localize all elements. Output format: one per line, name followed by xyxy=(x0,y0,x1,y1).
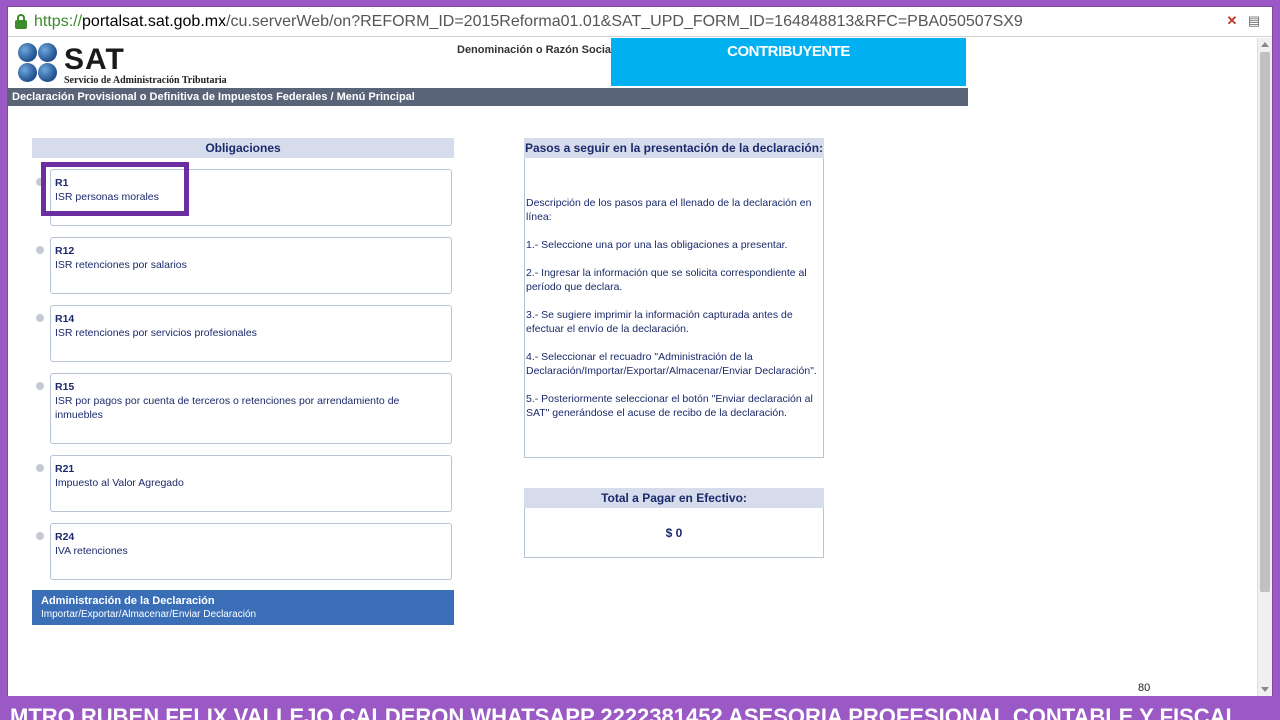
obligacion-r14[interactable]: R14 ISR retenciones por servicios profes… xyxy=(50,305,452,362)
obligacion-r24[interactable]: R24 IVA retenciones xyxy=(50,523,452,580)
bullet-icon xyxy=(36,246,44,254)
browser-window: https://portalsat.sat.gob.mx/cu.serverWe… xyxy=(7,6,1273,696)
administracion-title: Administración de la Declaración xyxy=(41,595,215,607)
obligacion-r21[interactable]: R21 Impuesto al Valor Agregado xyxy=(50,455,452,512)
paso-item: 3.- Se sugiere imprimir la información c… xyxy=(526,309,793,335)
obligacion-code: R21 xyxy=(55,463,75,475)
page-content: SAT Servicio de Administración Tributari… xyxy=(8,38,1258,696)
obligacion-description: Impuesto al Valor Agregado xyxy=(55,477,184,489)
bullet-icon xyxy=(36,464,44,472)
obligacion-description: IVA retenciones xyxy=(55,545,128,557)
url-text[interactable]: https://portalsat.sat.gob.mx/cu.serverWe… xyxy=(34,13,1023,31)
highlight-annotation xyxy=(41,162,189,216)
url-domain: portalsat.sat.gob.mx xyxy=(82,12,227,30)
scroll-thumb[interactable] xyxy=(1260,52,1270,592)
paso-item: 5.- Posteriormente seleccionar el botón … xyxy=(526,393,813,419)
obligacion-r12[interactable]: R12 ISR retenciones por salarios xyxy=(50,237,452,294)
slide-footer: MTRO RUBEN FELIX VALLEJO CALDERON WHATSA… xyxy=(10,704,1239,720)
obligacion-code: R14 xyxy=(55,313,75,325)
paso-item: 4.- Seleccionar el recuadro "Administrac… xyxy=(526,351,817,377)
obligacion-code: R24 xyxy=(55,531,75,543)
total-heading: Total a Pagar en Efectivo: xyxy=(524,488,824,508)
bullet-icon xyxy=(36,382,44,390)
lock-icon xyxy=(14,13,28,30)
obligacion-description: ISR retenciones por servicios profesiona… xyxy=(55,327,257,339)
sat-logo[interactable]: SAT Servicio de Administración Tributari… xyxy=(16,41,231,87)
obligacion-code: R12 xyxy=(55,245,75,257)
slide-page-number: 80 xyxy=(1138,682,1151,694)
obligacion-code: R15 xyxy=(55,381,75,393)
administracion-declaracion-button[interactable]: Administración de la Declaración Importa… xyxy=(32,590,454,625)
sat-header: SAT Servicio de Administración Tributari… xyxy=(8,38,968,88)
sat-logo-text: SAT xyxy=(64,43,125,76)
pasos-panel: Descripción de los pasos para el llenado… xyxy=(524,158,824,458)
address-bar[interactable]: https://portalsat.sat.gob.mx/cu.serverWe… xyxy=(8,7,1272,37)
scroll-down-icon[interactable] xyxy=(1261,687,1269,692)
obligacion-description: ISR por pagos por cuenta de terceros o r… xyxy=(55,395,400,421)
pasos-heading: Pasos a seguir en la presentación de la … xyxy=(524,138,824,158)
page-title: Declaración Provisional o Definitiva de … xyxy=(8,88,968,106)
paso-item: 1.- Seleccione una por una las obligacio… xyxy=(526,239,788,251)
scroll-up-icon[interactable] xyxy=(1261,42,1269,47)
page-icon[interactable]: ▤ xyxy=(1246,13,1262,29)
obligaciones-heading: Obligaciones xyxy=(32,138,454,158)
url-protocol: https:// xyxy=(34,12,83,30)
paso-item: 2.- Ingresar la información que se solic… xyxy=(526,267,807,293)
url-path: /cu.serverWeb/on?REFORM_ID=2015Reforma01… xyxy=(226,12,1023,30)
compatibility-view-icon[interactable]: ✕ xyxy=(1224,13,1240,29)
bullet-icon xyxy=(36,532,44,540)
sat-logo-icon xyxy=(16,41,60,85)
contribuyente-banner: CONTRIBUYENTE xyxy=(611,38,966,86)
total-amount: $ 0 xyxy=(524,508,824,558)
denominacion-label: Denominación o Razón Social : xyxy=(457,44,621,56)
pasos-intro: Descripción de los pasos para el llenado… xyxy=(526,197,812,223)
obligacion-description: ISR retenciones por salarios xyxy=(55,259,187,271)
sat-logo-subtitle: Servicio de Administración Tributaria xyxy=(64,75,227,86)
administracion-subtitle: Importar/Exportar/Almacenar/Enviar Decla… xyxy=(41,609,257,620)
obligacion-r15[interactable]: R15 ISR por pagos por cuenta de terceros… xyxy=(50,373,452,444)
bullet-icon xyxy=(36,314,44,322)
vertical-scrollbar[interactable] xyxy=(1257,38,1272,696)
